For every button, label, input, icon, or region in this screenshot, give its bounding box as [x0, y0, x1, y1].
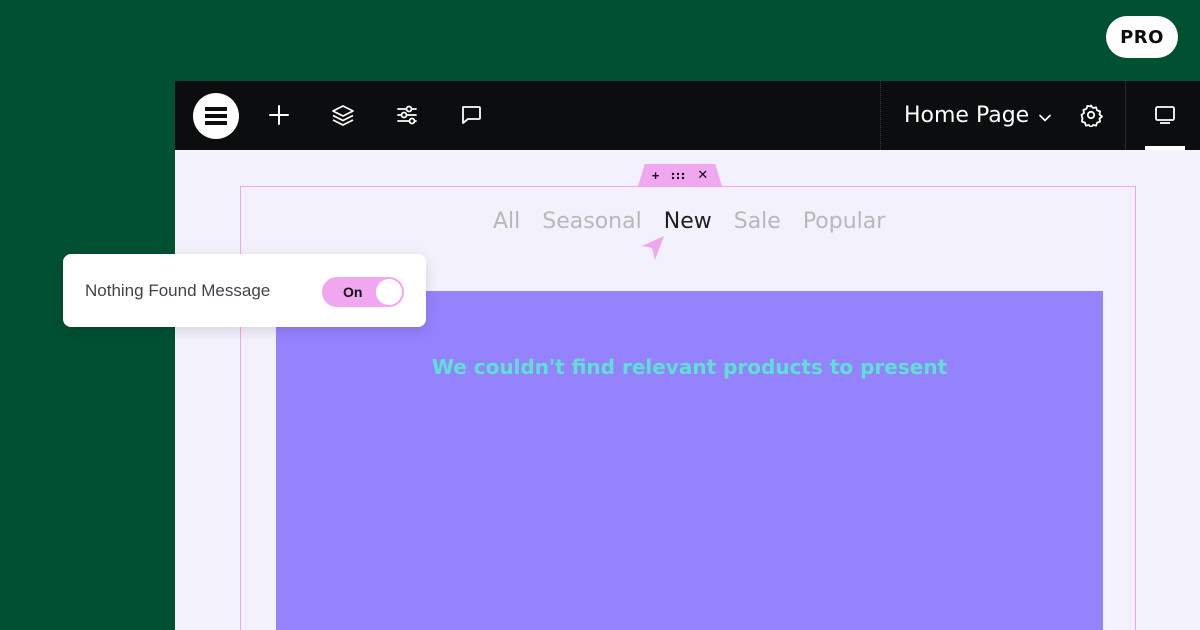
- toggle-knob: [376, 279, 402, 305]
- elementor-logo-icon[interactable]: [193, 93, 239, 139]
- gear-icon[interactable]: [1074, 98, 1108, 132]
- popup-label: Nothing Found Message: [85, 281, 271, 300]
- filter-tab-seasonal[interactable]: Seasonal: [542, 209, 641, 234]
- filter-tab-sale[interactable]: Sale: [734, 209, 781, 234]
- layers-icon[interactable]: [326, 98, 360, 132]
- top-toolbar: Home Page: [175, 81, 1200, 150]
- filter-tabs: All Seasonal New Sale Popular: [493, 209, 885, 234]
- nothing-found-toggle[interactable]: On: [322, 277, 404, 307]
- page-selector[interactable]: Home Page: [904, 98, 1052, 132]
- plus-icon[interactable]: [262, 98, 296, 132]
- filter-tab-new[interactable]: New: [664, 209, 712, 234]
- filter-tab-popular[interactable]: Popular: [803, 209, 886, 234]
- products-results-area: We couldn't find relevant products to pr…: [276, 291, 1103, 630]
- cursor-icon: [640, 234, 666, 267]
- nothing-found-popup: Nothing Found Message On: [63, 254, 426, 327]
- nothing-found-message: We couldn't find relevant products to pr…: [431, 355, 948, 379]
- editor-window: Home Page + ✕ All Seasonal New Sale Popu…: [175, 81, 1200, 630]
- active-device-indicator: [1145, 146, 1185, 150]
- desktop-icon[interactable]: [1148, 98, 1182, 132]
- drag-handle-icon[interactable]: [671, 168, 685, 183]
- pro-badge: PRO: [1106, 16, 1178, 58]
- toolbar-divider: [880, 81, 882, 150]
- add-section-icon[interactable]: +: [652, 168, 660, 183]
- section-handle[interactable]: + ✕: [638, 164, 722, 186]
- comment-icon[interactable]: [454, 98, 488, 132]
- toggle-label: On: [343, 284, 363, 300]
- sliders-icon[interactable]: [390, 98, 424, 132]
- chevron-down-icon: [1039, 103, 1052, 128]
- close-icon[interactable]: ✕: [697, 167, 708, 183]
- page-title: Home Page: [904, 102, 1030, 128]
- filter-tab-all[interactable]: All: [493, 209, 520, 234]
- toolbar-divider: [1125, 81, 1127, 150]
